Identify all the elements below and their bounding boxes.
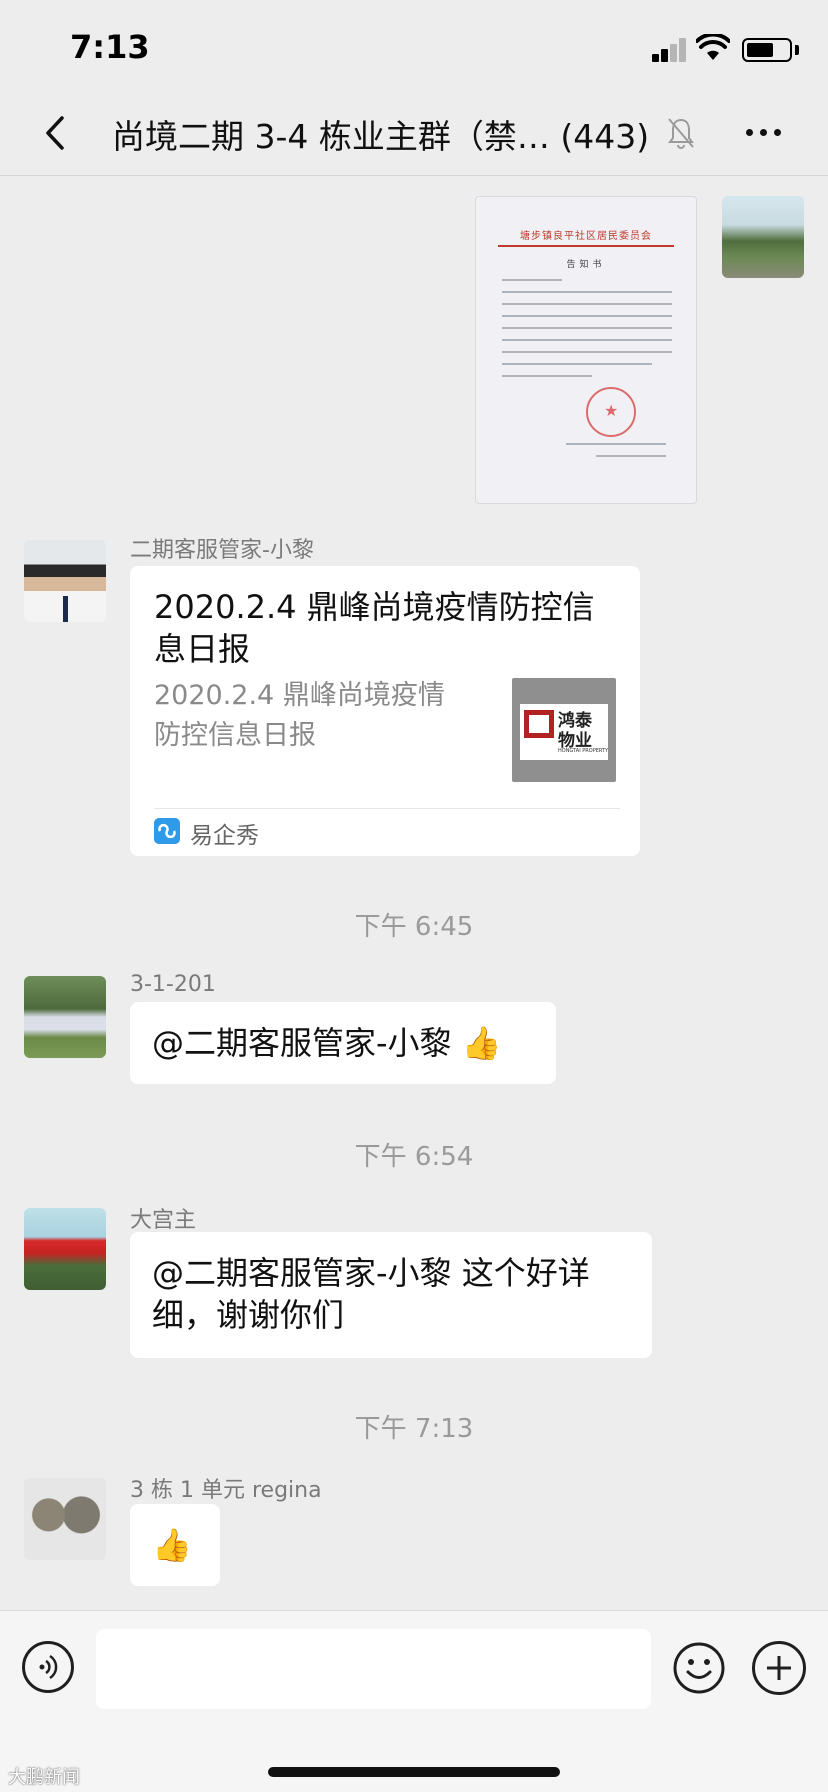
plus-glyph (767, 1656, 791, 1680)
document-line (502, 351, 672, 353)
message-text: @二期客服管家-小黎 👍 (152, 1024, 502, 1062)
yiqixiu-app-icon (154, 818, 180, 844)
shared-document-image[interactable]: 塘步镇良平社区居民委员会 告知书 (475, 196, 697, 504)
message-timestamp: 下午 7:13 (354, 1414, 474, 1444)
link-title: 2020.2.4 鼎峰尚境疫情防控信息日报 (154, 588, 595, 668)
battery-icon (742, 38, 792, 62)
message-input[interactable] (96, 1629, 651, 1709)
document-line (502, 291, 672, 293)
avatar-3-1-201[interactable] (24, 976, 106, 1058)
battery-cap (795, 45, 799, 55)
document-line (502, 375, 592, 377)
document-line (502, 279, 562, 281)
sender-name: 3-1-201 (130, 972, 216, 997)
watermark: 大鹏新闻 (8, 1767, 80, 1788)
message-bubble[interactable]: 👍 (130, 1504, 220, 1586)
document-title: 告知书 (566, 260, 606, 270)
status-time: 7:13 (70, 28, 150, 66)
back-icon[interactable] (38, 108, 78, 158)
document-line (596, 455, 666, 457)
sender-name: 3 栋 1 单元 regina (130, 1478, 322, 1503)
thumbs-up-emoji: 👍 (152, 1526, 192, 1564)
document-line (502, 363, 652, 365)
document-header: 塘步镇良平社区居民委员会 (520, 231, 652, 242)
plus-icon[interactable] (752, 1641, 806, 1695)
document-line (566, 443, 666, 445)
avatar-regina[interactable] (24, 1478, 106, 1560)
message-bubble[interactable]: @二期客服管家-小黎 👍 (130, 1002, 556, 1084)
voice-input-button[interactable] (22, 1641, 74, 1693)
avatar-dagongzhu[interactable] (24, 1208, 106, 1290)
document-line (502, 327, 672, 329)
document-line (502, 303, 672, 305)
document-line (502, 339, 672, 341)
chat-title: 尚境二期 3-4 栋业主群（禁… (443) (112, 117, 650, 156)
message-timestamp: 下午 6:45 (354, 912, 474, 942)
link-source-label: 易企秀 (190, 823, 259, 849)
wifi-icon (696, 34, 730, 60)
link-divider (154, 808, 620, 809)
document-rule (498, 245, 674, 247)
red-seal-stamp (586, 387, 636, 437)
sender-name: 二期客服管家-小黎 (130, 538, 314, 563)
chat-header: 尚境二期 3-4 栋业主群（禁… (443) (0, 96, 828, 176)
sender-name: 大宫主 (130, 1208, 197, 1233)
link-card[interactable]: 2020.2.4 鼎峰尚境疫情防控信息日报 2020.2.4 鼎峰尚境疫情防控信… (130, 566, 640, 856)
input-bar: 大鹏新闻 (0, 1610, 828, 1792)
voice-wave-icon (39, 1654, 58, 1680)
more-options-icon[interactable] (744, 120, 784, 144)
document-line (502, 315, 672, 317)
message-timestamp: 下午 6:54 (354, 1142, 474, 1172)
hongtai-logo-icon (524, 710, 554, 738)
my-avatar[interactable] (722, 196, 804, 278)
mute-bell-icon (668, 118, 694, 149)
link-thumbnail: 鸿泰 物业 HONGTAI PROPERTY (512, 678, 616, 782)
status-bar: 7:13 (0, 0, 828, 96)
avatar-tie (63, 596, 68, 622)
message-bubble[interactable]: @二期客服管家-小黎 这个好详细，谢谢你们 (130, 1232, 652, 1358)
cellular-signal-icon (652, 38, 688, 62)
avatar-xiaoli[interactable] (24, 540, 106, 622)
link-description: 2020.2.4 鼎峰尚境疫情防控信息日报 (154, 680, 445, 751)
emoji-icon[interactable] (672, 1641, 726, 1695)
thumbnail-caption: HONGTAI PROPERTY (558, 748, 609, 754)
home-indicator[interactable] (268, 1767, 560, 1777)
message-text: @二期客服管家-小黎 这个好详细，谢谢你们 (152, 1254, 590, 1334)
